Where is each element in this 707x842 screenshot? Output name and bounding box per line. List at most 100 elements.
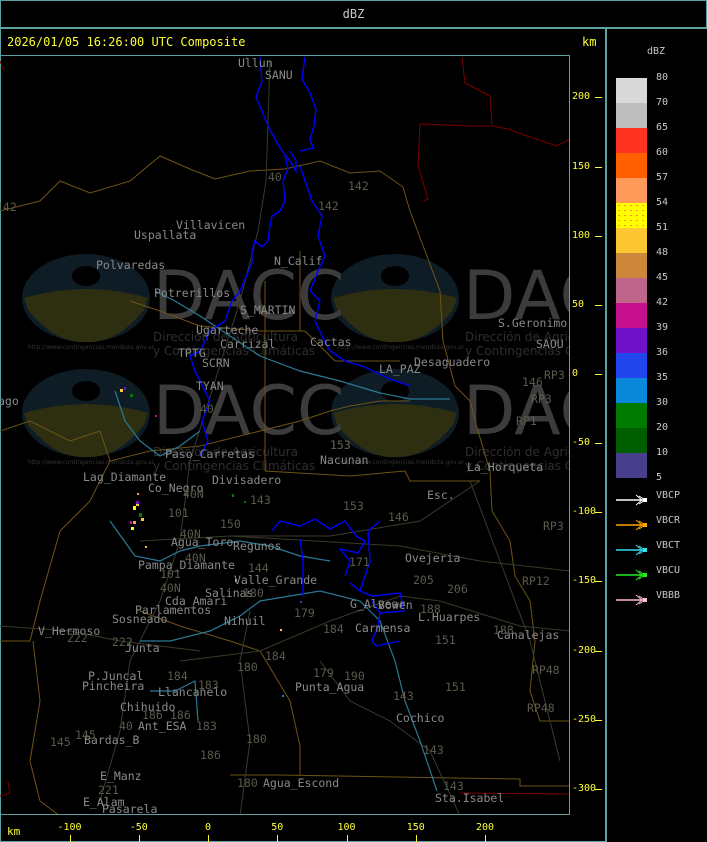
watermark-url: http://www.contingencias.mendoza.gov.ar xyxy=(28,459,155,466)
x-tick-mark xyxy=(138,835,140,842)
route-label: 183 xyxy=(196,719,217,733)
route-label: 142 xyxy=(0,200,17,214)
route-label: 101 xyxy=(168,506,189,520)
place-label: S.Geronimo xyxy=(498,316,567,330)
y-tick-mark xyxy=(595,443,602,445)
place-label: Ovejeria xyxy=(405,551,460,565)
y-tick-mark xyxy=(595,97,602,99)
legend-network-vbbb: VBBB xyxy=(616,590,680,606)
place-label: Pincheira xyxy=(82,679,144,693)
route-label: 146 xyxy=(522,375,543,389)
legend-network-vbcp: VBCP xyxy=(616,490,680,506)
x-axis-unit: km xyxy=(7,825,21,838)
route-label: 184 xyxy=(323,622,344,636)
x-tick-label: 50 xyxy=(271,822,284,833)
place-label: N_Calif xyxy=(274,254,322,268)
legend-color-band xyxy=(616,203,647,228)
x-tick-label: 0 xyxy=(204,822,212,833)
place-label: Polvaredas xyxy=(96,258,165,272)
arrow-icon xyxy=(616,594,647,606)
place-label: Esc. xyxy=(427,488,455,502)
legend-color-band xyxy=(616,178,647,203)
x-tick-mark xyxy=(69,835,71,842)
route-label: 222 xyxy=(112,635,133,649)
route-label: 40 xyxy=(200,402,214,416)
place-label: Desaguadero xyxy=(414,355,490,369)
route-label: 184 xyxy=(265,649,286,663)
y-tick-label: -300 xyxy=(572,782,597,794)
legend-level-label: 60 xyxy=(656,147,669,158)
legend-network-label: VBCP xyxy=(656,490,681,501)
route-label: 153 xyxy=(330,438,351,452)
x-tick-mark xyxy=(277,835,279,842)
timestamp-title: 2026/01/05 16:26:00 UTC Composite xyxy=(7,35,246,49)
legend-level-label: 10 xyxy=(656,447,669,458)
y-tick-mark xyxy=(595,650,602,652)
route-label: 188 xyxy=(493,623,514,637)
legend-level-label: 39 xyxy=(656,322,669,333)
y-tick-mark xyxy=(595,581,602,583)
legend-level-label: 54 xyxy=(656,197,669,208)
y-tick-mark xyxy=(595,512,602,514)
y-tick-label: -250 xyxy=(572,713,597,725)
route-label: 142 xyxy=(318,199,339,213)
arrow-icon xyxy=(616,544,647,556)
place-label: Sosneado xyxy=(112,612,167,626)
legend-color-band xyxy=(616,353,647,378)
place-label: S_MARTIN xyxy=(240,303,295,317)
route-label: 145 xyxy=(50,735,71,749)
route-label: 179 xyxy=(294,606,315,620)
legend-level-label: 70 xyxy=(656,97,669,108)
place-label: Carmensa xyxy=(355,621,410,635)
x-tick-label: 150 xyxy=(406,822,425,833)
route-label: 143 xyxy=(250,493,271,507)
legend-level-label: 51 xyxy=(656,222,669,233)
route-label: 153 xyxy=(343,499,364,513)
x-tick-label: 200 xyxy=(475,822,495,833)
arrow-icon xyxy=(616,519,647,531)
legend-color-band xyxy=(616,153,647,178)
route-label: 186 xyxy=(142,708,163,722)
route-label: 222 xyxy=(67,631,88,645)
route-label: 180 xyxy=(237,660,258,674)
route-label: 40N xyxy=(160,581,181,595)
route-label: 150 xyxy=(220,517,241,531)
place-label: Nihuil xyxy=(224,614,266,628)
place-label: Bowen xyxy=(378,598,413,612)
place-label: Divisadero xyxy=(212,473,281,487)
route-label: 221 xyxy=(98,783,119,797)
watermark-brand: DACC xyxy=(463,372,570,451)
route-label: 40N xyxy=(183,487,204,501)
place-label: Carrizal xyxy=(220,337,275,351)
legend-color-band xyxy=(616,303,647,328)
legend-level-label: 35 xyxy=(656,372,669,383)
route-label: 151 xyxy=(435,633,456,647)
y-tick-label: -200 xyxy=(572,644,597,656)
radar-map[interactable]: DACC DACC DACC DACC Dirección de Agricul… xyxy=(0,55,570,815)
route-label: RP48 xyxy=(527,701,555,715)
route-label: RP3 xyxy=(544,368,565,382)
legend-color-band xyxy=(616,403,647,428)
y-tick-label: -100 xyxy=(572,506,597,518)
place-label: Potrerillos xyxy=(154,286,230,300)
legend-network-label: VBCR xyxy=(656,515,681,526)
map-canvas: DACC DACC DACC DACC Dirección de Agricul… xyxy=(0,56,570,814)
route-label: 186 xyxy=(170,708,191,722)
watermark-brand: DACC xyxy=(153,372,344,451)
legend-network-vbct: VBCT xyxy=(616,540,680,556)
route-label: 40 xyxy=(268,170,282,184)
route-label: 144 xyxy=(248,561,269,575)
route-label: 143 xyxy=(443,779,464,793)
legend-network-vbcr: VBCR xyxy=(616,515,680,531)
y-tick-mark xyxy=(595,304,602,306)
place-label: Ugarteche xyxy=(196,323,258,337)
place-label: E_Manz xyxy=(100,769,142,783)
route-label: 179 xyxy=(313,666,334,680)
y-tick-mark xyxy=(595,374,602,375)
legend-color-band xyxy=(616,128,647,153)
route-label: 101 xyxy=(160,567,181,581)
y-tick-label: -150 xyxy=(572,575,597,587)
route-label: 171 xyxy=(349,555,370,569)
place-label: SANU xyxy=(265,68,293,82)
legend-level-label: 57 xyxy=(656,172,669,183)
